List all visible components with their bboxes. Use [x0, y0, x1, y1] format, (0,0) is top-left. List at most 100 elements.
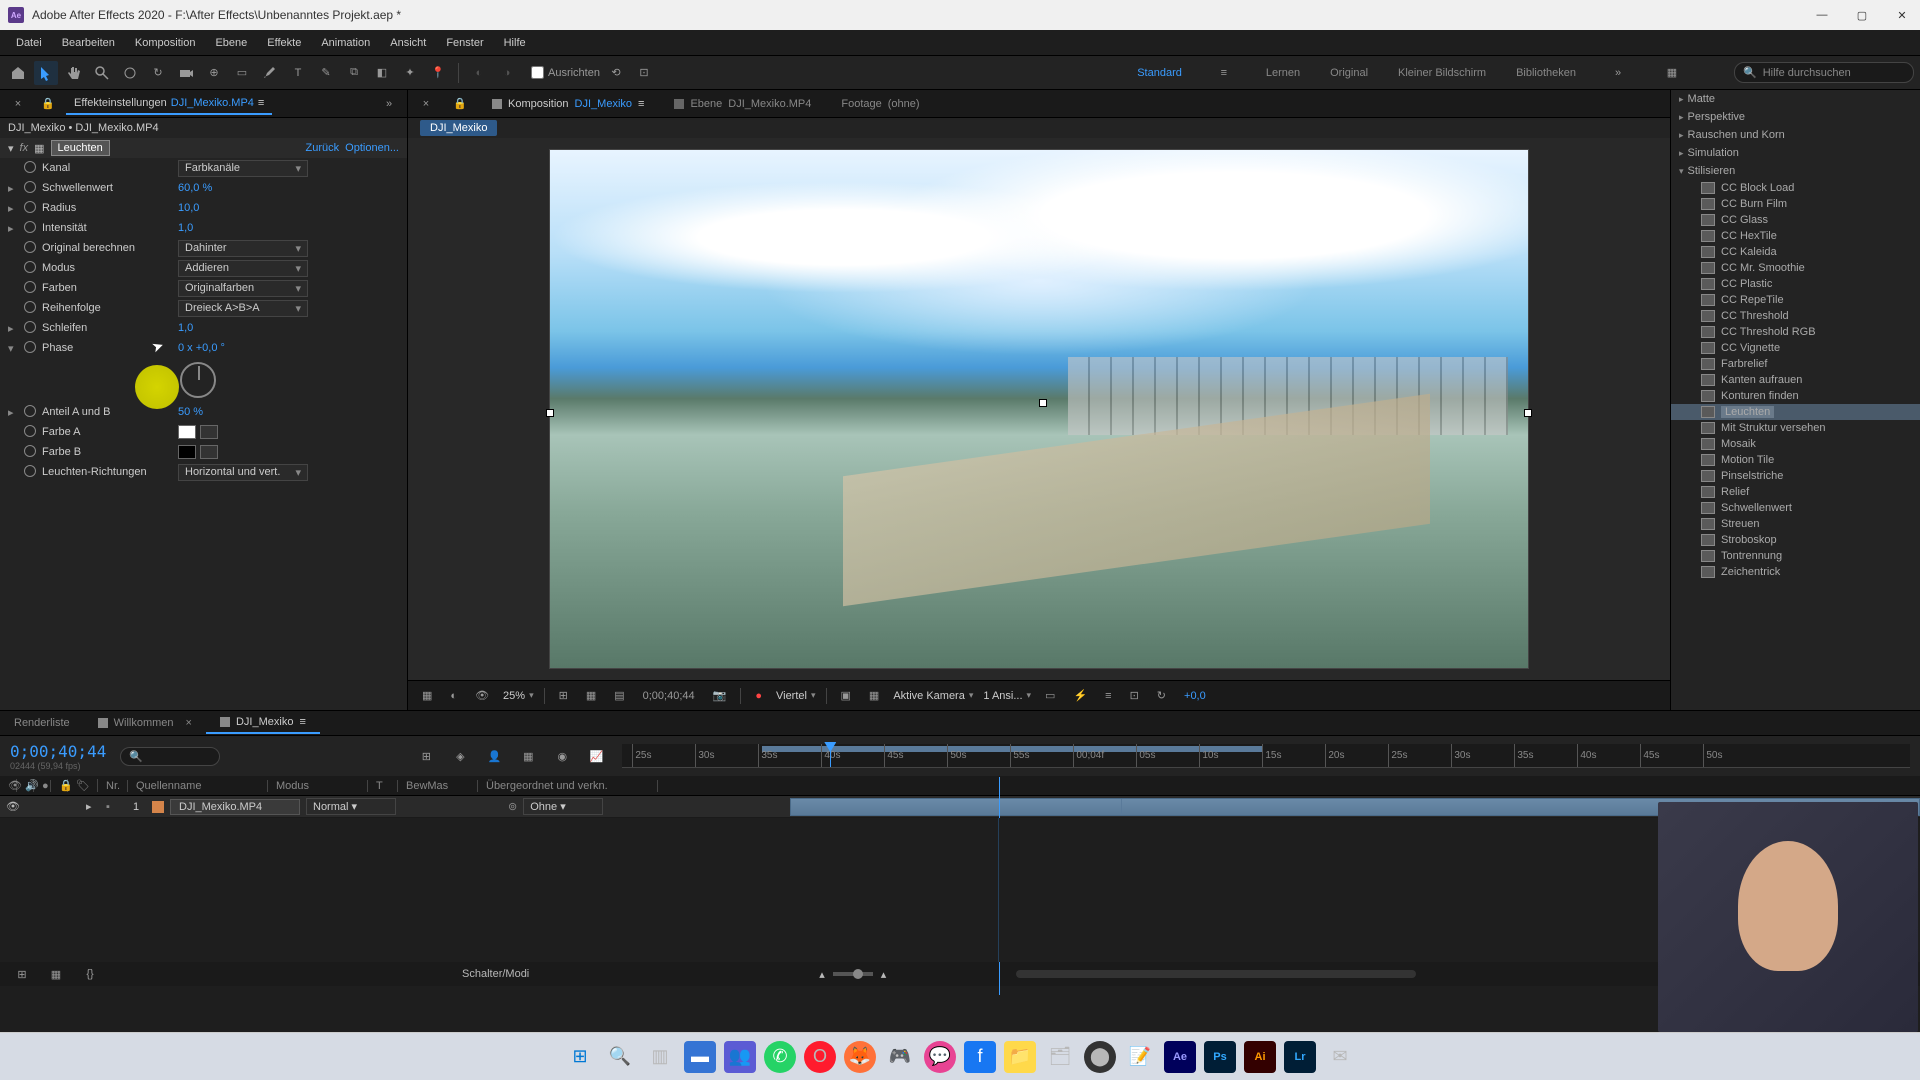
- home-icon[interactable]: [6, 61, 30, 85]
- fx-item[interactable]: CC Burn Film: [1671, 196, 1920, 212]
- lock-column-icon[interactable]: 🔒: [51, 779, 68, 792]
- fx-item[interactable]: CC Threshold RGB: [1671, 324, 1920, 340]
- current-timecode[interactable]: 0;00;40;44: [10, 742, 106, 761]
- workspace-lernen[interactable]: Lernen: [1266, 67, 1300, 79]
- transform-handle[interactable]: [546, 409, 554, 417]
- fx-item[interactable]: Relief: [1671, 484, 1920, 500]
- param-radius-value[interactable]: 10,0: [178, 202, 199, 214]
- fx-item[interactable]: Zeichentrick: [1671, 564, 1920, 580]
- fx-item[interactable]: CC Block Load: [1671, 180, 1920, 196]
- menu-fenster[interactable]: Fenster: [436, 33, 493, 53]
- lightroom-icon[interactable]: Lr: [1284, 1041, 1316, 1073]
- stopwatch-icon[interactable]: [24, 465, 36, 477]
- explorer-icon[interactable]: ▬: [684, 1041, 716, 1073]
- fx-item[interactable]: Streuen: [1671, 516, 1920, 532]
- param-anteil-value[interactable]: 50 %: [178, 406, 203, 418]
- effect-twirl-icon[interactable]: ▾: [8, 142, 14, 155]
- playhead[interactable]: [830, 744, 831, 767]
- panel-close-icon[interactable]: ×: [6, 92, 30, 116]
- fx-category-stilisieren[interactable]: Stilisieren: [1671, 162, 1920, 180]
- color-a-swatch[interactable]: [178, 425, 196, 439]
- stopwatch-icon[interactable]: [24, 301, 36, 313]
- workspace-more-icon[interactable]: »: [1606, 61, 1630, 85]
- transparency-icon[interactable]: ▦: [865, 687, 883, 704]
- tab-lock-icon[interactable]: 🔒: [448, 92, 472, 116]
- menu-hilfe[interactable]: Hilfe: [494, 33, 536, 53]
- comp-tab-ebene[interactable]: Ebene DJI_Mexiko.MP4: [664, 94, 821, 114]
- param-reihenfolge-dropdown[interactable]: Dreieck A>B>A: [178, 300, 308, 317]
- effect-controls-tab[interactable]: Effekteinstellungen DJI_Mexiko.MP4 ≡: [66, 93, 272, 115]
- param-phase-value[interactable]: 0 x +0,0 °: [178, 342, 225, 354]
- region-icon[interactable]: ▣: [837, 687, 855, 704]
- fx-item[interactable]: Konturen finden: [1671, 388, 1920, 404]
- menu-komposition[interactable]: Komposition: [125, 33, 206, 53]
- fx-item[interactable]: Mosaik: [1671, 436, 1920, 452]
- fx-item[interactable]: Tontrennung: [1671, 548, 1920, 564]
- label-column-icon[interactable]: 🏷: [68, 779, 98, 792]
- effect-reset-link[interactable]: Zurück: [306, 142, 340, 154]
- fx-item[interactable]: CC Kaleida: [1671, 244, 1920, 260]
- layer-name[interactable]: DJI_Mexiko.MP4: [170, 799, 300, 815]
- reset-exposure-icon[interactable]: ↻: [1153, 687, 1170, 704]
- menu-effekte[interactable]: Effekte: [257, 33, 311, 53]
- eyedropper-icon[interactable]: [200, 425, 218, 439]
- fx-item[interactable]: Schwellenwert: [1671, 500, 1920, 516]
- task-view-icon[interactable]: ▥: [644, 1041, 676, 1073]
- stopwatch-icon[interactable]: [24, 321, 36, 333]
- tab-close-icon[interactable]: ×: [414, 92, 438, 116]
- workspace-standard[interactable]: Standard: [1137, 67, 1182, 79]
- obs-icon[interactable]: ⬤: [1084, 1041, 1116, 1073]
- snapshot-icon[interactable]: 📷: [709, 687, 731, 704]
- puppet-tool-icon[interactable]: 📍: [426, 61, 450, 85]
- twirl-icon[interactable]: ▸: [8, 222, 24, 235]
- fx-item[interactable]: Stroboskop: [1671, 532, 1920, 548]
- close-icon[interactable]: ×: [186, 717, 192, 729]
- stopwatch-icon[interactable]: [24, 445, 36, 457]
- panel-lock-icon[interactable]: 🔒: [36, 92, 60, 116]
- comp-flowchart-icon[interactable]: ⊡: [1126, 687, 1143, 704]
- fx-item[interactable]: CC RepeTile: [1671, 292, 1920, 308]
- quality-dropdown[interactable]: Viertel: [776, 690, 816, 702]
- stopwatch-icon[interactable]: [24, 201, 36, 213]
- menu-ebene[interactable]: Ebene: [205, 33, 257, 53]
- fx-badge[interactable]: fx: [20, 142, 29, 154]
- snap-checkbox[interactable]: Ausrichten: [531, 66, 600, 79]
- text-tool-icon[interactable]: T: [286, 61, 310, 85]
- mask-icon[interactable]: ◐: [446, 688, 461, 704]
- illustrator-icon[interactable]: Ai: [1244, 1041, 1276, 1073]
- effect-name[interactable]: Leuchten: [51, 140, 110, 156]
- toggle-modes-icon[interactable]: ▦: [44, 962, 68, 986]
- zoom-tool-icon[interactable]: [90, 61, 114, 85]
- fx-item[interactable]: Mit Struktur versehen: [1671, 420, 1920, 436]
- hand-tool-icon[interactable]: [62, 61, 86, 85]
- snap-grid-icon[interactable]: ⊡: [632, 61, 656, 85]
- close-button[interactable]: ✕: [1892, 9, 1912, 22]
- comp-tab-footage[interactable]: Footage (ohne): [831, 94, 929, 114]
- messenger-icon[interactable]: 💬: [924, 1041, 956, 1073]
- camera-dropdown[interactable]: Aktive Kamera: [893, 690, 973, 702]
- anchor-point[interactable]: [1039, 399, 1047, 407]
- draft3d-icon[interactable]: ◈: [448, 744, 472, 768]
- menu-ansicht[interactable]: Ansicht: [380, 33, 436, 53]
- timeline-ruler[interactable]: 25s 30s 35s 40s 45s 50s 55s 00;04f 05s 1…: [622, 744, 1910, 768]
- fast-preview-icon[interactable]: ⚡: [1069, 687, 1091, 704]
- guides-icon[interactable]: ▤: [610, 687, 628, 704]
- exposure-value[interactable]: +0,0: [1180, 688, 1210, 704]
- param-kanal-dropdown[interactable]: Farbkanäle: [178, 160, 308, 177]
- help-search-input[interactable]: 🔍 Hilfe durchsuchen: [1734, 62, 1914, 83]
- fx-item[interactable]: CC Vignette: [1671, 340, 1920, 356]
- workspace-klein[interactable]: Kleiner Bildschirm: [1398, 67, 1486, 79]
- param-intensitaet-value[interactable]: 1,0: [178, 222, 193, 234]
- eye-column-icon[interactable]: 👁: [0, 779, 17, 792]
- pen-tool-icon[interactable]: [258, 61, 282, 85]
- shape-tool-icon[interactable]: ▭: [230, 61, 254, 85]
- fx-item[interactable]: Pinselstriche: [1671, 468, 1920, 484]
- stopwatch-icon[interactable]: [24, 425, 36, 437]
- motion-blur-icon[interactable]: ◉: [550, 744, 574, 768]
- fx-item[interactable]: CC Glass: [1671, 212, 1920, 228]
- zoom-dropdown[interactable]: 25%: [503, 690, 534, 702]
- twirl-icon[interactable]: ▸: [8, 406, 24, 419]
- clone-tool-icon[interactable]: ⧉: [342, 61, 366, 85]
- workspace-bibliotheken[interactable]: Bibliotheken: [1516, 67, 1576, 79]
- panel-overflow-icon[interactable]: »: [377, 92, 401, 116]
